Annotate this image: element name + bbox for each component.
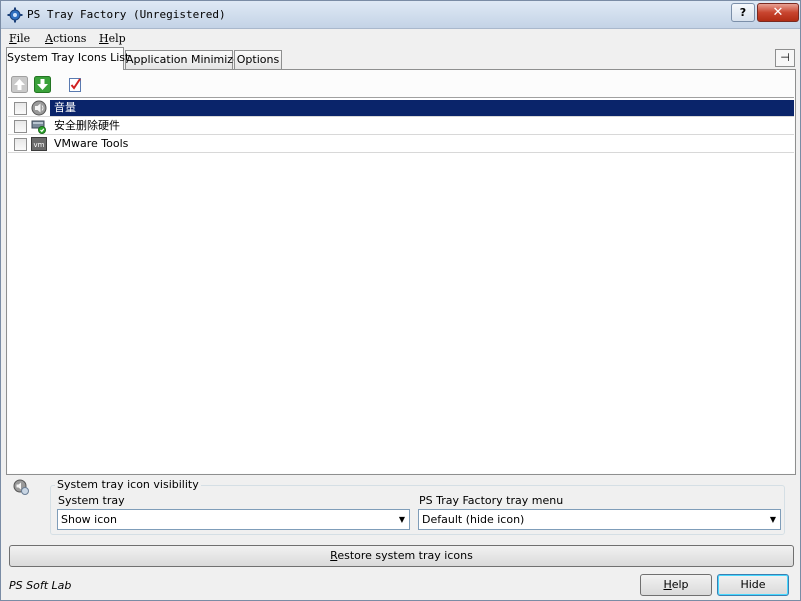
item-checkbox[interactable] <box>14 102 27 115</box>
item-checkbox[interactable] <box>14 138 27 151</box>
menu-actions[interactable]: Actions <box>45 32 86 45</box>
list-item[interactable]: 安全删除硬件 <box>8 117 794 135</box>
move-up-icon[interactable] <box>11 76 28 93</box>
tray-icons-panel: 音量 安全删除硬件 vm VMware Tools <box>6 69 796 475</box>
pin-button[interactable]: ⊣ <box>775 49 795 67</box>
check-all-icon[interactable] <box>67 76 84 93</box>
tray-icons-list[interactable]: 音量 安全删除硬件 vm VMware Tools <box>8 97 794 473</box>
system-tray-select[interactable]: Show icon ▼ <box>57 509 410 530</box>
close-button[interactable]: ✕ <box>757 3 799 22</box>
item-label: 安全删除硬件 <box>54 119 120 132</box>
help-button[interactable]: Help <box>640 574 712 596</box>
title-bar[interactable]: PS Tray Factory (Unregistered) ? ✕ <box>1 1 800 29</box>
hide-button[interactable]: Hide <box>717 574 789 596</box>
tab-system-tray-icons-list[interactable]: System Tray Icons List <box>6 47 129 70</box>
tray-visibility-icon <box>13 479 29 495</box>
chevron-down-icon: ▼ <box>769 515 776 524</box>
visibility-group-title: System tray icon visibility <box>55 478 201 491</box>
app-gear-icon <box>7 7 23 23</box>
menu-bar: File Actions Help <box>1 29 800 47</box>
safely-remove-hardware-icon <box>31 120 46 134</box>
company-label: PS Soft Lab <box>9 579 72 592</box>
list-toolbar <box>11 76 211 96</box>
speaker-icon <box>31 100 47 116</box>
title-help-button[interactable]: ? <box>731 3 755 22</box>
menu-file[interactable]: File <box>9 32 30 45</box>
restore-tray-icons-button[interactable]: Restore system tray icons <box>9 545 794 567</box>
tab-options[interactable]: Options <box>234 50 282 69</box>
list-item[interactable]: vm VMware Tools <box>8 135 794 153</box>
item-label: VMware Tools <box>54 137 129 150</box>
menu-help[interactable]: Help <box>99 32 126 45</box>
system-tray-label: System tray <box>58 494 125 507</box>
item-label: 音量 <box>52 101 78 115</box>
factory-menu-label: PS Tray Factory tray menu <box>419 494 564 507</box>
vmware-icon: vm <box>31 137 47 151</box>
svg-text:vm: vm <box>34 141 45 149</box>
tab-application-minimizer[interactable]: Application Minimizer <box>125 50 244 69</box>
factory-menu-select-value: Default (hide icon) <box>422 513 525 526</box>
move-down-icon[interactable] <box>34 76 51 93</box>
selection-highlight <box>50 100 794 116</box>
list-item[interactable]: 音量 <box>8 99 794 117</box>
item-checkbox[interactable] <box>14 120 27 133</box>
main-window: PS Tray Factory (Unregistered) ? ✕ File … <box>0 0 801 601</box>
chevron-down-icon: ▼ <box>398 515 405 524</box>
system-tray-select-value: Show icon <box>61 513 117 526</box>
factory-menu-select[interactable]: Default (hide icon) ▼ <box>418 509 781 530</box>
window-title: PS Tray Factory (Unregistered) <box>27 8 226 21</box>
